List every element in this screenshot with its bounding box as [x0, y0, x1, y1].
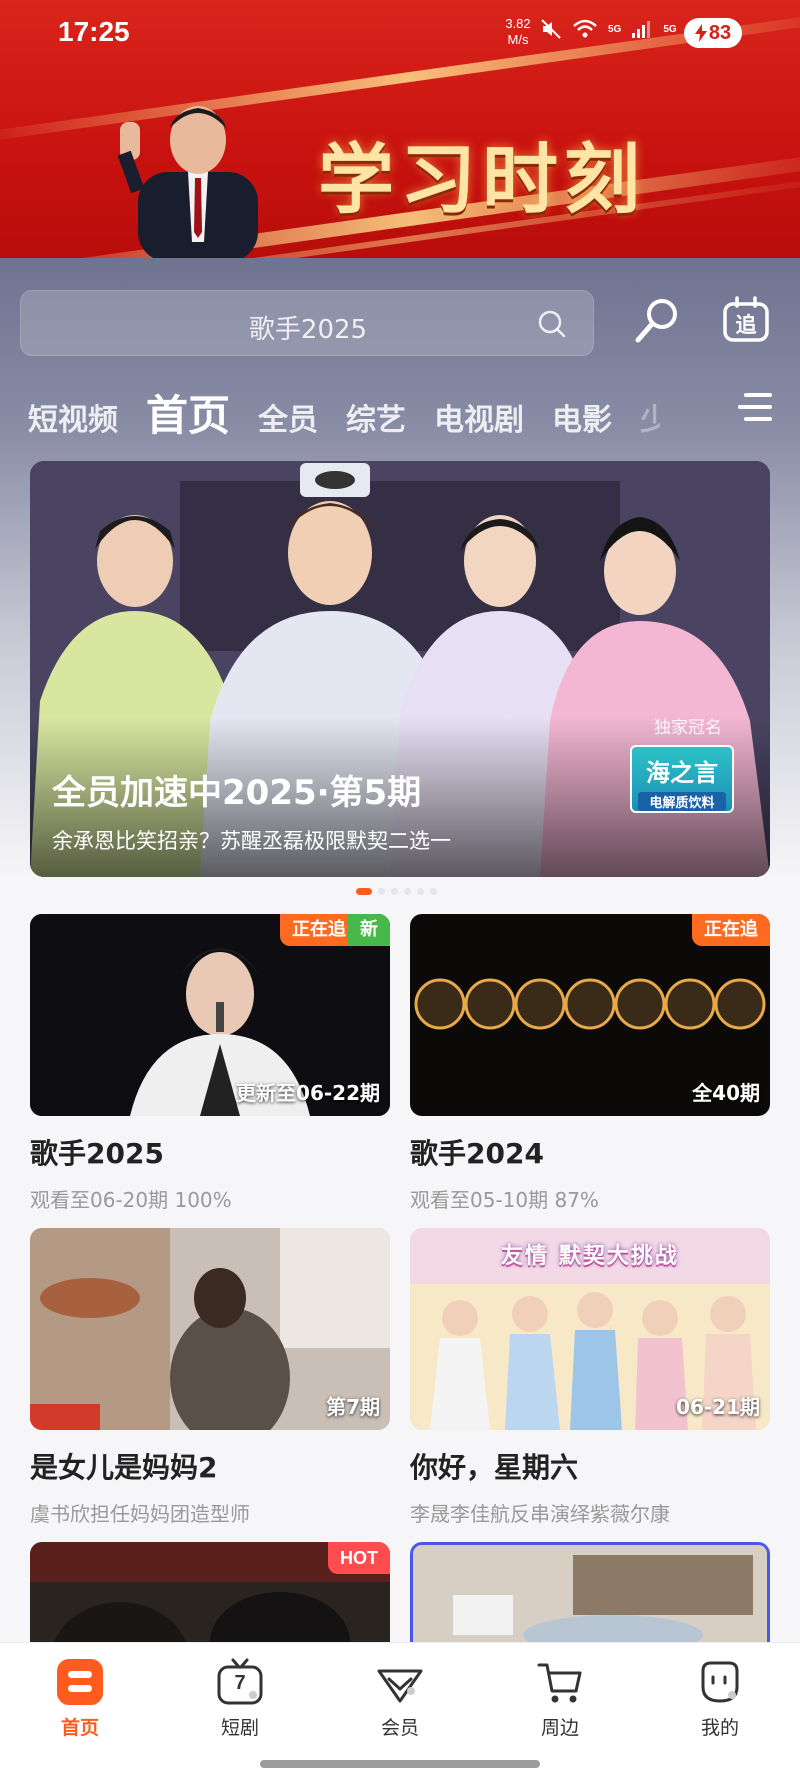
- episode-info: 06-21期: [676, 1395, 760, 1419]
- network-speed: 3.82 M/s: [498, 16, 538, 48]
- card-title: 是女儿是妈妈2: [30, 1451, 218, 1484]
- card-subtitle: 虞书欣担任妈妈团造型师: [30, 1502, 250, 1526]
- new-badge: 新: [348, 914, 390, 946]
- video-thumbnail: 第7期: [30, 1228, 390, 1430]
- video-card[interactable]: 正在追 新 更新至06-22期 歌手2025 观看至06-20期 100%: [30, 914, 390, 1213]
- sponsor-product: 电解质饮料: [638, 792, 726, 811]
- episode-info: 第7期: [326, 1395, 380, 1419]
- tv-icon: 7: [215, 1657, 265, 1707]
- network-speed-unit: M/s: [507, 32, 529, 47]
- nav-label: 首页: [60, 1717, 99, 1739]
- episode-info: 全40期: [692, 1081, 760, 1105]
- charging-icon: [694, 24, 707, 42]
- card-title: 歌手2024: [410, 1137, 544, 1170]
- carousel-dot: [417, 888, 424, 895]
- sponsor-logo: 海之言 电解质饮料: [630, 745, 734, 813]
- nav-label: 周边: [540, 1717, 579, 1739]
- tab-short-video[interactable]: 短视频: [28, 395, 118, 439]
- video-thumbnail: 正在追 全40期: [410, 914, 770, 1116]
- vip-icon: [377, 1669, 423, 1703]
- carousel-dot-active: [356, 888, 372, 895]
- hot-badge: HOT: [328, 1542, 390, 1574]
- video-card[interactable]: 友情 默契大挑战 06-21期 你好，星期六 李晟李佳航反串演绎紫薇尔康: [410, 1228, 770, 1527]
- hero-sponsor-label: 独家冠名: [654, 718, 722, 738]
- nav-label: 会员: [380, 1717, 419, 1739]
- thumbnail-image: [413, 1545, 767, 1642]
- video-thumbnail: 友情 默契大挑战 06-21期: [410, 1228, 770, 1430]
- nav-label: 短剧: [220, 1717, 259, 1739]
- home-indicator[interactable]: [260, 1760, 540, 1768]
- status-bar: 17:25 3.82 M/s 5G 5G 83: [0, 0, 800, 62]
- network-label: 5G: [663, 23, 677, 35]
- nav-home[interactable]: 首页: [20, 1657, 140, 1740]
- video-thumbnail: [410, 1542, 770, 1642]
- profile-icon: [701, 1661, 739, 1703]
- sponsor-brand: 海之言: [646, 759, 718, 787]
- home-icon: [57, 1659, 103, 1705]
- carousel-dot: [378, 888, 385, 895]
- carousel-dot: [430, 888, 437, 895]
- nav-profile[interactable]: 我的: [660, 1657, 780, 1740]
- thumbnail-banner-text: 友情 默契大挑战: [501, 1244, 679, 1269]
- bottom-navigation: 首页 7 短剧 会员 周边 我的: [0, 1642, 800, 1778]
- search-button-icon[interactable]: [632, 296, 682, 346]
- following-badge: 正在追: [280, 914, 358, 946]
- card-subtitle: 李晟李佳航反串演绎紫薇尔康: [410, 1502, 670, 1526]
- video-card[interactable]: 第7期 是女儿是妈妈2 虞书欣担任妈妈团造型师: [30, 1228, 390, 1527]
- battery-level: 83: [708, 21, 732, 44]
- tab-all-members[interactable]: 全员: [258, 395, 318, 439]
- network-label: 5G: [608, 23, 622, 35]
- hero-carousel[interactable]: 独家冠名 海之言 电解质饮料 全员加速中2025·第5期 余承恩比笑招亲？苏醒丞…: [30, 461, 770, 877]
- card-title: 歌手2025: [30, 1137, 164, 1170]
- tv-icon-badge: 7: [234, 1672, 246, 1694]
- video-card[interactable]: HOT: [30, 1542, 390, 1642]
- video-card[interactable]: [410, 1542, 770, 1642]
- nav-merch[interactable]: 周边: [500, 1657, 620, 1740]
- search-icon[interactable]: [537, 309, 567, 339]
- status-time: 17:25: [58, 16, 130, 47]
- tab-movie[interactable]: 电影: [552, 395, 612, 439]
- card-subtitle: 观看至05-10期 87%: [410, 1188, 599, 1212]
- menu-icon[interactable]: [736, 390, 774, 424]
- tab-tv-series[interactable]: 电视剧: [434, 395, 524, 439]
- nav-vip[interactable]: 会员: [340, 1657, 460, 1740]
- video-card[interactable]: 正在追 全40期 歌手2024 观看至05-10期 87%: [410, 914, 770, 1213]
- banner-person-image: [118, 106, 258, 258]
- nav-label: 我的: [700, 1717, 739, 1739]
- tab-children[interactable]: 少: [640, 395, 660, 439]
- follow-icon[interactable]: 追: [722, 296, 770, 344]
- search-placeholder: 歌手2025: [248, 315, 368, 345]
- tab-home[interactable]: 首页: [146, 382, 230, 443]
- carousel-dot: [404, 888, 411, 895]
- card-title: 你好，星期六: [410, 1451, 579, 1484]
- wifi-icon: [573, 19, 597, 38]
- category-tabs: 短视频 首页 全员 综艺 电视剧 电影 少: [28, 382, 660, 442]
- hero-title: 全员加速中2025·第5期: [52, 773, 422, 813]
- video-thumbnail: 正在追 新 更新至06-22期: [30, 914, 390, 1116]
- follow-icon-char: 追: [735, 313, 757, 337]
- nav-short-drama[interactable]: 7 短剧: [180, 1657, 300, 1740]
- mute-icon: [541, 19, 561, 39]
- following-badge: 正在追: [692, 914, 770, 946]
- network-speed-value: 3.82: [505, 16, 531, 31]
- tab-variety[interactable]: 综艺: [346, 395, 406, 439]
- hero-subtitle: 余承恩比笑招亲？苏醒丞磊极限默契二选一: [52, 829, 451, 853]
- episode-info: 更新至06-22期: [236, 1081, 380, 1105]
- video-thumbnail: HOT: [30, 1542, 390, 1642]
- banner-title: 学习时刻: [318, 135, 646, 224]
- battery-indicator: 83: [684, 18, 742, 48]
- signal-icon: [632, 21, 651, 38]
- carousel-indicator: [356, 888, 437, 895]
- carousel-dot: [391, 888, 398, 895]
- search-input[interactable]: 歌手2025: [20, 290, 594, 356]
- card-subtitle: 观看至06-20期 100%: [30, 1188, 232, 1212]
- cart-icon: [537, 1663, 582, 1703]
